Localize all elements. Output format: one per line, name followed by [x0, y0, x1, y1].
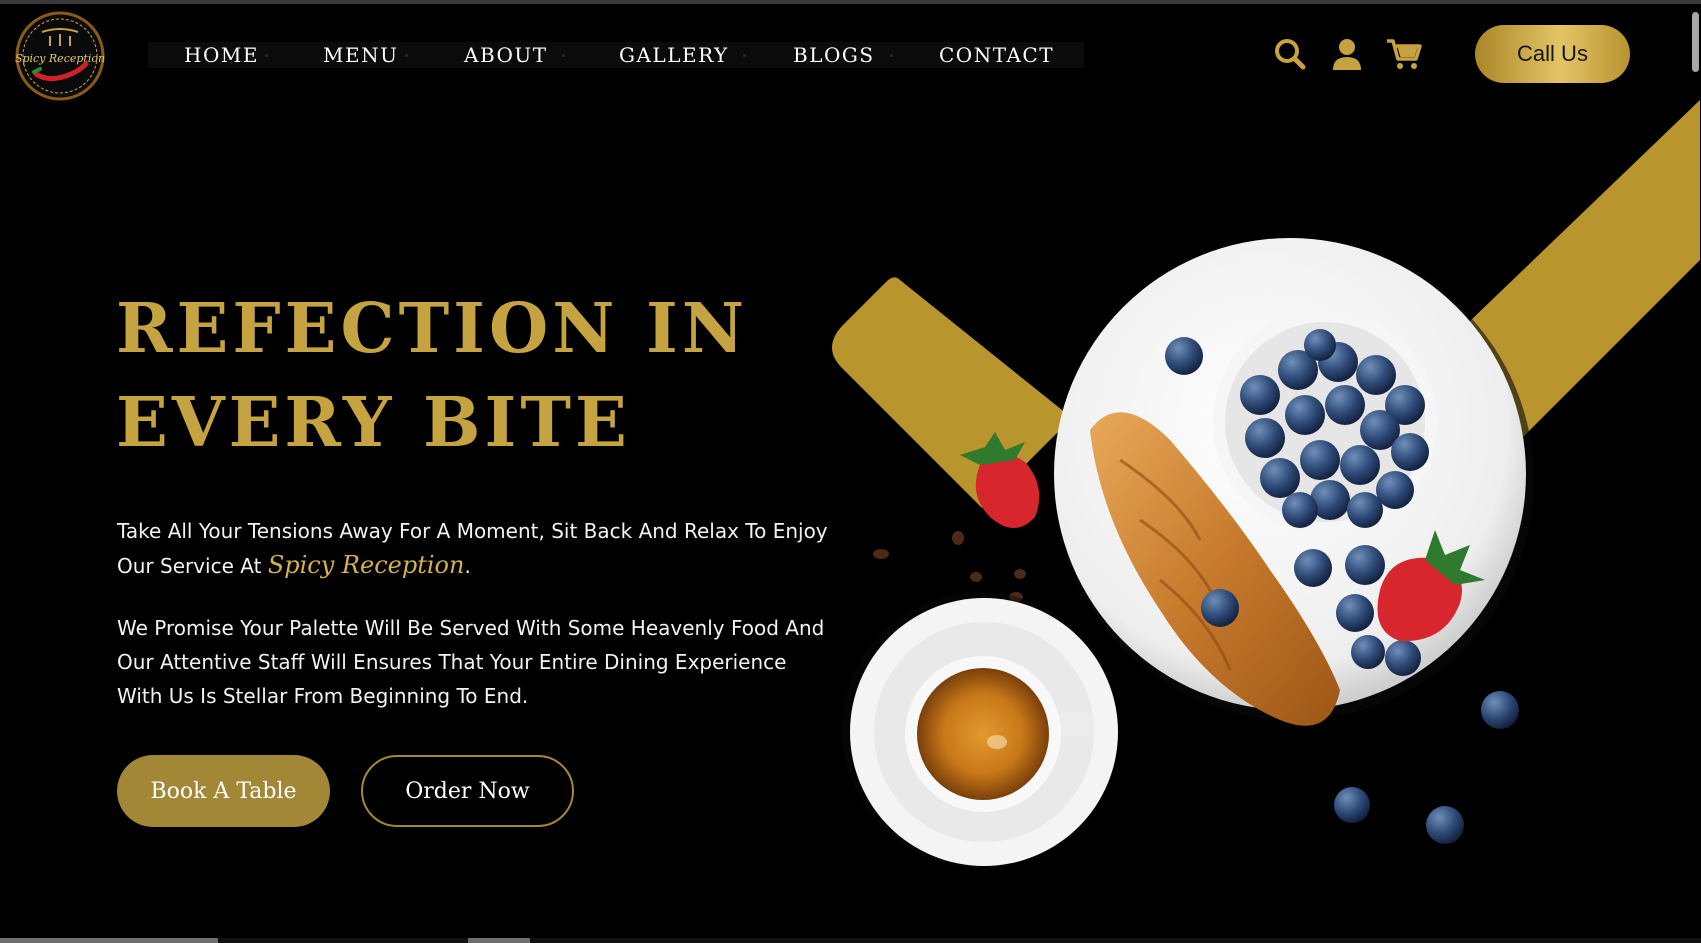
hero-intro-paragraph: Take All Your Tensions Away For A Moment…: [117, 514, 837, 583]
hero-title: REFECTION IN EVERY BITE: [116, 282, 836, 470]
cart-icon[interactable]: [1386, 36, 1422, 72]
order-now-button[interactable]: Order Now: [361, 755, 574, 827]
restaurant-logo-icon[interactable]: Spicy Reception: [14, 10, 106, 102]
nav-menu[interactable]: MENU: [323, 42, 398, 68]
nav-separator: [265, 54, 268, 57]
scroll-segment: [468, 938, 530, 943]
main-nav: HOME MENU ABOUT GALLERY BLOGS CONTACT: [148, 42, 1084, 68]
nav-gallery[interactable]: GALLERY: [619, 42, 729, 68]
book-table-button[interactable]: Book A Table: [117, 755, 330, 827]
nav-separator: [890, 54, 893, 57]
intro-end: .: [464, 554, 471, 578]
hero-title-line-1: REFECTION IN: [116, 289, 749, 369]
intro-text: Take All Your Tensions Away For A Moment…: [117, 519, 828, 578]
nav-home[interactable]: HOME: [184, 42, 259, 68]
nav-blogs[interactable]: BLOGS: [793, 42, 875, 68]
nav-about[interactable]: ABOUT: [464, 42, 548, 68]
nav-separator: [405, 54, 408, 57]
window-top-edge: [0, 0, 1701, 4]
call-us-button[interactable]: Call Us: [1475, 25, 1630, 83]
search-icon[interactable]: [1272, 36, 1308, 72]
nav-contact[interactable]: CONTACT: [939, 42, 1054, 68]
logo-text: Spicy Reception: [15, 52, 105, 65]
scroll-segment: [0, 938, 218, 943]
horizontal-scrollbar[interactable]: [0, 938, 1701, 943]
scrollbar-thumb[interactable]: [1692, 12, 1699, 72]
user-icon[interactable]: [1329, 36, 1365, 72]
nav-separator: [743, 54, 746, 57]
brand-name-highlight: Spicy Reception: [267, 551, 465, 579]
nav-separator: [562, 54, 565, 57]
hero-food-image: [832, 100, 1700, 868]
hero-title-line-2: EVERY BITE: [116, 383, 631, 463]
hero-promise-paragraph: We Promise Your Palette Will Be Served W…: [117, 616, 825, 708]
